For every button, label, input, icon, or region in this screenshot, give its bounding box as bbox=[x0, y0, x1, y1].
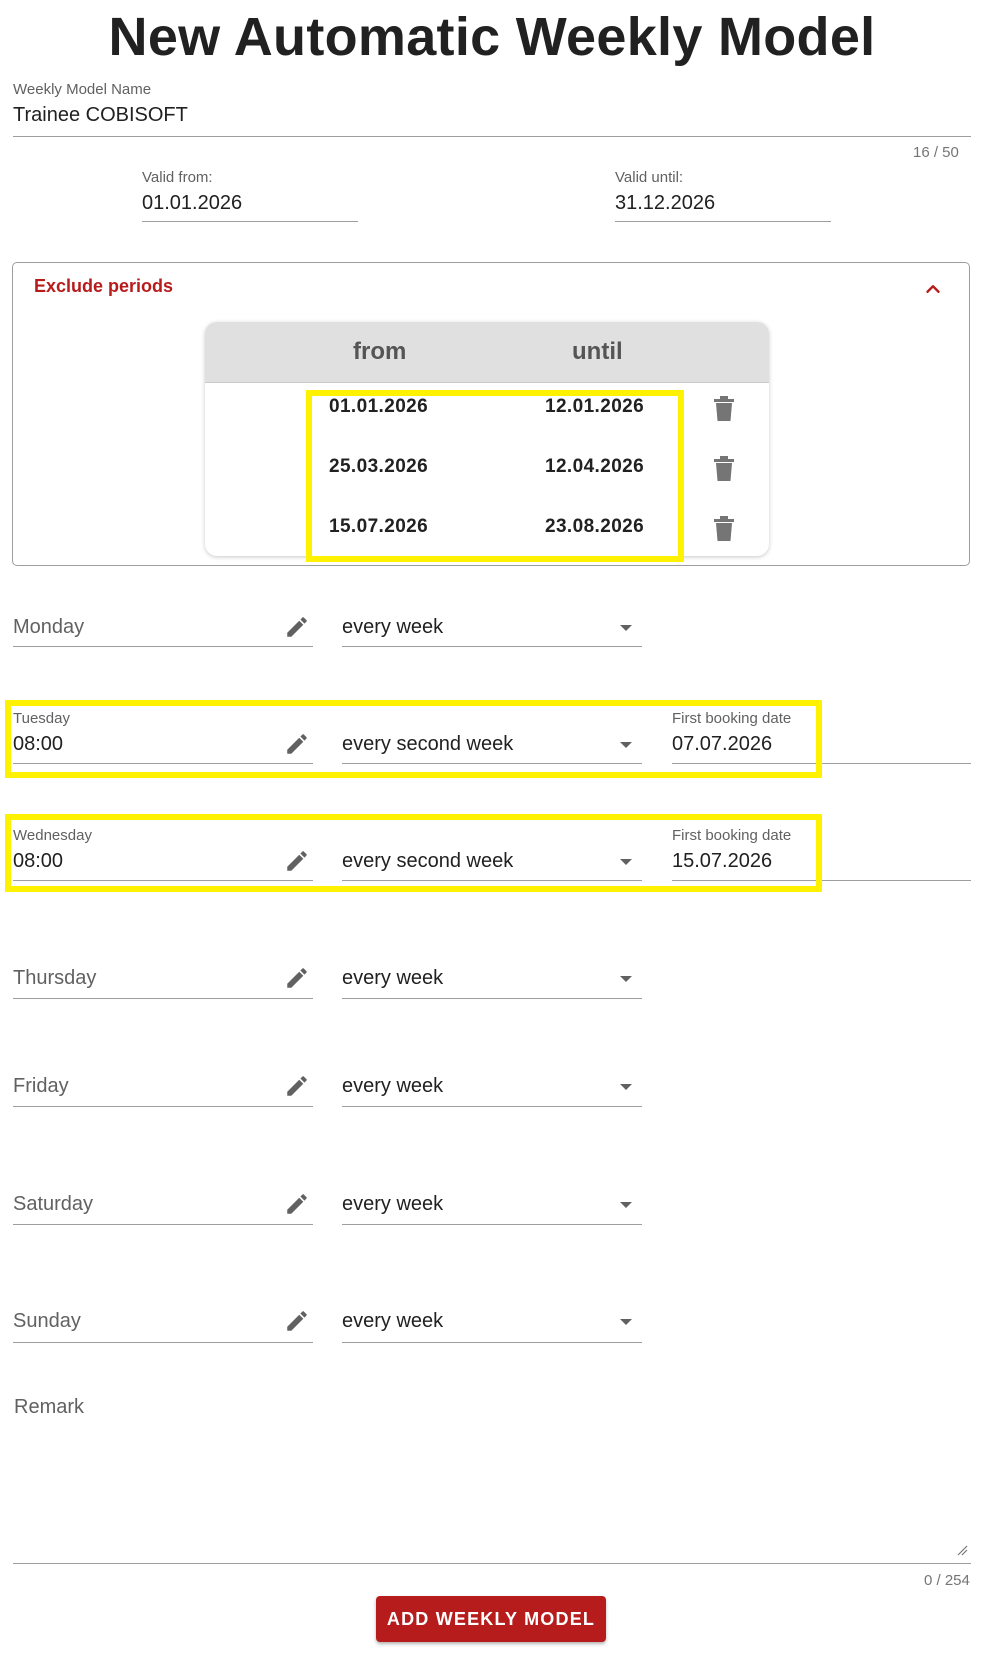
tuesday-first-booking-underline bbox=[672, 763, 971, 764]
tuesday-time-input[interactable]: 08:00 bbox=[13, 733, 63, 756]
valid-from-underline bbox=[142, 221, 358, 222]
friday-frequency-underline bbox=[342, 1106, 642, 1107]
exclude-periods-table: from until 01.01.2026 12.01.2026 25.03.2… bbox=[205, 322, 769, 556]
friday-time-underline bbox=[13, 1106, 313, 1107]
caret-down-icon[interactable] bbox=[620, 976, 632, 982]
page-title: New Automatic Weekly Model bbox=[108, 7, 876, 67]
sunday-time-underline bbox=[13, 1342, 313, 1343]
pencil-icon[interactable] bbox=[284, 1191, 310, 1217]
remark-char-counter: 0 / 254 bbox=[924, 1572, 970, 1589]
valid-until-input[interactable]: 31.12.2026 bbox=[615, 192, 715, 215]
exclude-periods-header[interactable]: Exclude periods bbox=[34, 276, 173, 297]
caret-down-icon[interactable] bbox=[620, 1202, 632, 1208]
name-field-label: Weekly Model Name bbox=[13, 81, 152, 98]
add-weekly-model-button[interactable]: ADD WEEKLY MODEL bbox=[376, 1596, 606, 1642]
trash-icon[interactable] bbox=[713, 396, 735, 422]
wednesday-time-underline bbox=[13, 880, 313, 881]
period-from-cell: 25.03.2026 bbox=[329, 456, 429, 477]
wednesday-time-input[interactable]: 08:00 bbox=[13, 850, 63, 873]
pencil-icon[interactable] bbox=[284, 848, 310, 874]
saturday-time-underline bbox=[13, 1224, 313, 1225]
trash-icon[interactable] bbox=[713, 456, 735, 482]
remark-underline bbox=[13, 1563, 971, 1564]
caret-down-icon[interactable] bbox=[620, 1319, 632, 1325]
sunday-frequency-underline bbox=[342, 1342, 642, 1343]
period-from-cell: 01.01.2026 bbox=[329, 396, 429, 417]
period-until-cell: 12.04.2026 bbox=[545, 456, 645, 477]
period-from-cell: 15.07.2026 bbox=[329, 516, 429, 537]
pencil-icon[interactable] bbox=[284, 1308, 310, 1334]
monday-time-underline bbox=[13, 646, 313, 647]
valid-from-input[interactable]: 01.01.2026 bbox=[142, 192, 242, 215]
valid-from-label: Valid from: bbox=[142, 169, 213, 186]
resize-handle-icon[interactable] bbox=[956, 1544, 968, 1556]
caret-down-icon[interactable] bbox=[620, 859, 632, 865]
valid-until-underline bbox=[615, 221, 831, 222]
tuesday-frequency-select[interactable]: every second week bbox=[342, 733, 513, 756]
monday-frequency-select[interactable]: every week bbox=[342, 616, 443, 639]
name-char-counter: 16 / 50 bbox=[913, 144, 959, 161]
trash-icon[interactable] bbox=[713, 516, 735, 542]
wednesday-time-label: Wednesday bbox=[13, 827, 92, 844]
tuesday-first-booking-label: First booking date bbox=[672, 710, 792, 727]
wednesday-first-booking-input[interactable]: 15.07.2026 bbox=[672, 850, 772, 873]
column-header-until: until bbox=[572, 338, 623, 365]
pencil-icon[interactable] bbox=[284, 1073, 310, 1099]
saturday-time-label: Saturday bbox=[13, 1193, 94, 1215]
wednesday-first-booking-underline bbox=[672, 880, 971, 881]
wednesday-frequency-underline bbox=[342, 880, 642, 881]
thursday-frequency-underline bbox=[342, 998, 642, 999]
table-header: from until bbox=[205, 322, 769, 383]
tuesday-first-booking-input[interactable]: 07.07.2026 bbox=[672, 733, 772, 756]
period-until-cell: 23.08.2026 bbox=[545, 516, 645, 537]
wednesday-first-booking-label: First booking date bbox=[672, 827, 792, 844]
wednesday-frequency-select[interactable]: every second week bbox=[342, 850, 513, 873]
thursday-frequency-select[interactable]: every week bbox=[342, 967, 443, 990]
thursday-time-underline bbox=[13, 998, 313, 999]
pencil-icon[interactable] bbox=[284, 965, 310, 991]
chevron-up-icon[interactable] bbox=[922, 278, 944, 300]
saturday-frequency-underline bbox=[342, 1224, 642, 1225]
saturday-frequency-select[interactable]: every week bbox=[342, 1193, 443, 1216]
column-header-from: from bbox=[353, 338, 407, 365]
pencil-icon[interactable] bbox=[284, 731, 310, 757]
caret-down-icon[interactable] bbox=[620, 1084, 632, 1090]
friday-frequency-select[interactable]: every week bbox=[342, 1075, 443, 1098]
period-until-cell: 12.01.2026 bbox=[545, 396, 645, 417]
monday-frequency-underline bbox=[342, 646, 642, 647]
name-input-underline bbox=[13, 136, 971, 137]
tuesday-time-label: Tuesday bbox=[13, 710, 70, 727]
sunday-frequency-select[interactable]: every week bbox=[342, 1310, 443, 1333]
tuesday-frequency-underline bbox=[342, 763, 642, 764]
tuesday-time-underline bbox=[13, 763, 313, 764]
remark-textarea[interactable] bbox=[13, 1390, 971, 1562]
name-input[interactable]: Trainee COBISOFT bbox=[13, 104, 188, 127]
caret-down-icon[interactable] bbox=[620, 742, 632, 748]
pencil-icon[interactable] bbox=[284, 614, 310, 640]
sunday-time-label: Sunday bbox=[13, 1310, 81, 1332]
caret-down-icon[interactable] bbox=[620, 625, 632, 631]
thursday-time-label: Thursday bbox=[13, 967, 97, 989]
friday-time-label: Friday bbox=[13, 1075, 69, 1097]
valid-until-label: Valid until: bbox=[615, 169, 684, 186]
monday-time-label: Monday bbox=[13, 616, 85, 638]
